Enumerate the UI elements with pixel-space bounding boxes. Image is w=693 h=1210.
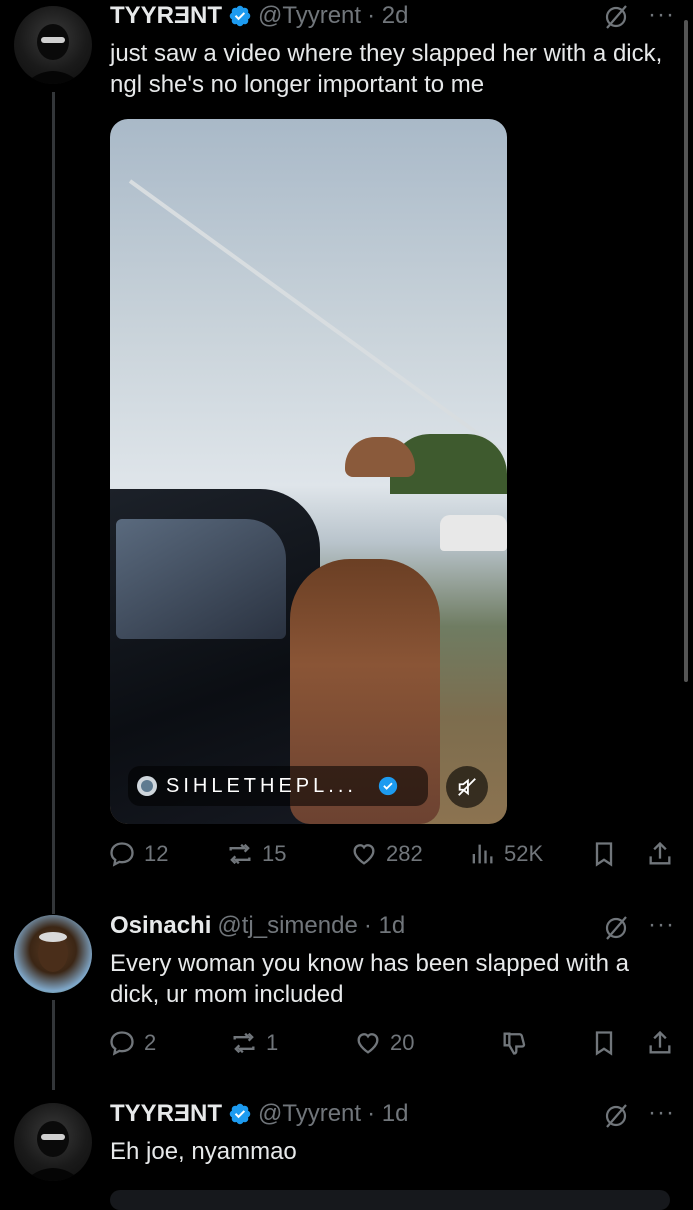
verified-badge-icon bbox=[229, 1103, 251, 1125]
reply-count: 2 bbox=[144, 1030, 157, 1055]
author-handle[interactable]: @Tyyrent bbox=[258, 2, 361, 30]
tweet-text: Eh joe, nyammao bbox=[110, 1138, 297, 1165]
reply-icon bbox=[110, 842, 134, 867]
repost-count: 15 bbox=[262, 841, 287, 866]
downvote-button[interactable] bbox=[500, 1029, 528, 1057]
masked-figure-icon bbox=[24, 1121, 82, 1181]
grok-icon[interactable] bbox=[603, 1103, 629, 1129]
media-pole bbox=[128, 179, 504, 453]
author-name[interactable]: TYYRƎNT bbox=[110, 1100, 222, 1128]
views-button[interactable]: 52K bbox=[468, 840, 543, 868]
repost-icon bbox=[233, 1032, 255, 1054]
author-handle[interactable]: @tj_simende bbox=[217, 912, 357, 940]
grok-icon[interactable] bbox=[603, 4, 629, 30]
bookmark-button[interactable] bbox=[590, 840, 618, 868]
share-icon bbox=[649, 1030, 671, 1054]
person-photo-icon bbox=[38, 932, 68, 972]
views-count: 52K bbox=[504, 841, 544, 866]
bookmark-icon bbox=[595, 842, 613, 867]
reply-button[interactable]: 2 bbox=[108, 1029, 156, 1057]
like-count: 282 bbox=[386, 841, 423, 866]
mute-icon bbox=[458, 778, 476, 796]
reply-icon bbox=[110, 1031, 134, 1056]
repost-icon bbox=[229, 843, 251, 865]
reply-count: 12 bbox=[144, 841, 169, 866]
verified-badge-icon bbox=[378, 776, 398, 796]
media-car-window bbox=[116, 519, 286, 639]
next-reply-preview bbox=[110, 1190, 670, 1210]
verified-badge-icon bbox=[229, 5, 251, 27]
share-icon bbox=[649, 841, 671, 865]
tweet-text: Every woman you know has been slapped wi… bbox=[110, 950, 629, 1008]
repost-button[interactable]: 1 bbox=[230, 1029, 278, 1057]
avatar[interactable] bbox=[14, 915, 92, 993]
share-button[interactable] bbox=[646, 1029, 674, 1057]
avatar[interactable] bbox=[14, 6, 92, 84]
repost-button[interactable]: 15 bbox=[226, 840, 286, 868]
like-count: 20 bbox=[390, 1030, 415, 1055]
heart-icon bbox=[353, 844, 375, 865]
like-button[interactable]: 282 bbox=[350, 840, 423, 868]
more-options-icon[interactable]: ··· bbox=[648, 1101, 675, 1125]
analytics-icon bbox=[472, 844, 493, 864]
grok-icon[interactable] bbox=[603, 915, 629, 941]
masked-figure-icon bbox=[24, 24, 82, 84]
tweet-header: Osinachi @tj_simende · 1d bbox=[110, 912, 405, 940]
tweet-text: just saw a video where they slapped her … bbox=[110, 40, 663, 98]
tweet-header: TYYRƎNT @Tyyrent · 1d bbox=[110, 1100, 408, 1128]
scrollbar[interactable] bbox=[684, 20, 688, 682]
thread-line bbox=[52, 1000, 55, 1090]
share-button[interactable] bbox=[646, 840, 674, 868]
timestamp[interactable]: · 2d bbox=[367, 2, 408, 30]
attribution-avatar-icon bbox=[137, 776, 157, 796]
like-button[interactable]: 20 bbox=[354, 1029, 414, 1057]
thumbs-down-icon bbox=[503, 1032, 526, 1055]
media-attribution[interactable]: SIHLETHEPL... bbox=[128, 766, 428, 806]
timestamp[interactable]: · 1d bbox=[364, 912, 405, 940]
heart-icon bbox=[357, 1033, 379, 1054]
bookmark-icon bbox=[595, 1031, 613, 1056]
more-options-icon[interactable]: ··· bbox=[648, 3, 675, 27]
tweet-video[interactable] bbox=[110, 119, 507, 824]
avatar[interactable] bbox=[14, 1103, 92, 1181]
author-handle[interactable]: @Tyyrent bbox=[258, 1100, 361, 1128]
timestamp[interactable]: · 1d bbox=[367, 1100, 408, 1128]
media-white-car bbox=[440, 515, 507, 551]
bookmark-button[interactable] bbox=[590, 1029, 618, 1057]
tweet-header: TYYRƎNT @Tyyrent · 2d bbox=[110, 2, 408, 30]
author-name[interactable]: TYYRƎNT bbox=[110, 2, 222, 30]
mute-button[interactable] bbox=[446, 766, 488, 808]
attribution-name: SIHLETHEPL... bbox=[166, 774, 357, 797]
thread-line bbox=[52, 92, 55, 914]
reply-button[interactable]: 12 bbox=[108, 840, 168, 868]
repost-count: 1 bbox=[266, 1030, 279, 1055]
more-options-icon[interactable]: ··· bbox=[648, 913, 675, 937]
author-name[interactable]: Osinachi bbox=[110, 912, 211, 940]
